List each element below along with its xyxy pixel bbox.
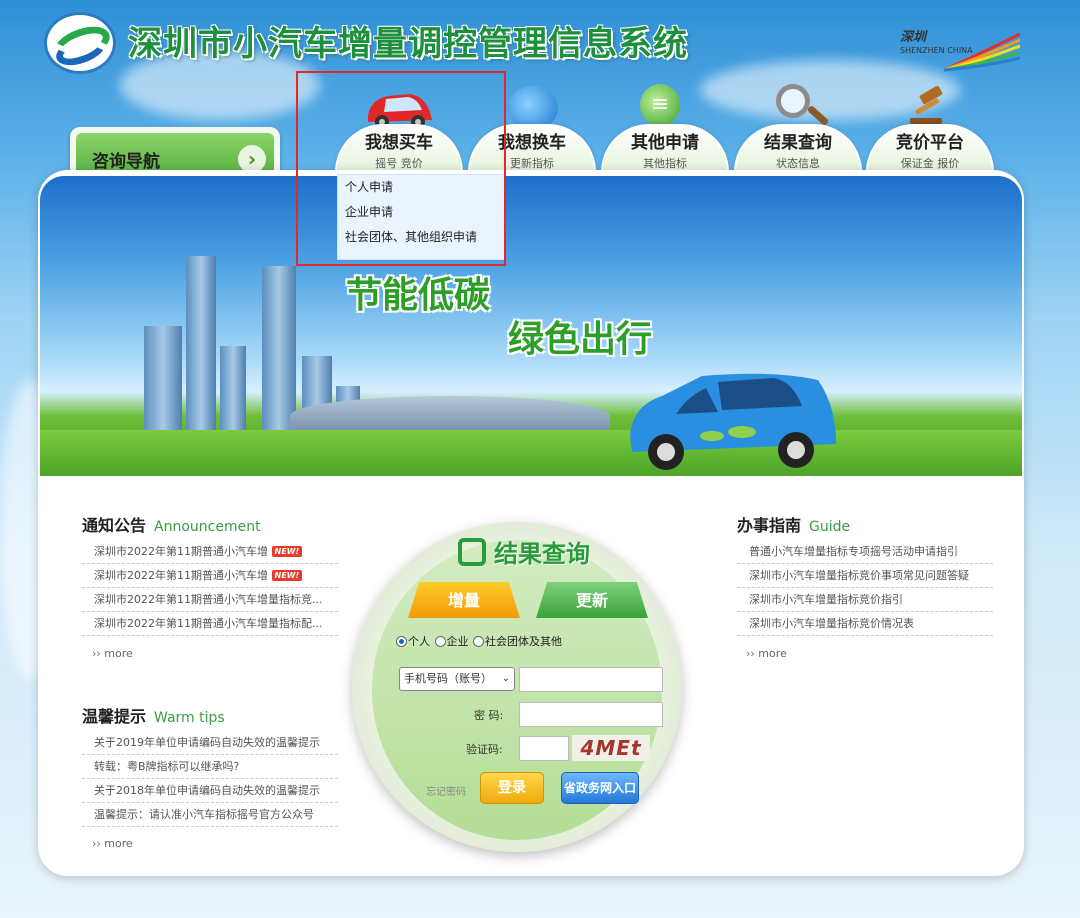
grass	[40, 430, 1022, 476]
guide-title: 办事指南 Guide	[737, 512, 850, 536]
nav-tab-label: 结果查询	[764, 133, 832, 153]
radio-label: 企业	[446, 635, 469, 648]
login-button[interactable]: 登录	[480, 772, 544, 804]
applicant-type-radios: 个人 企业 社会团体及其他	[396, 633, 563, 649]
more-text: more	[104, 837, 133, 850]
list-item-text: 深圳市2022年第11期普通小汽车增	[94, 545, 268, 558]
banner-slogan-2: 绿色出行	[508, 319, 653, 360]
nav-tab-other-apply[interactable]: 其他申请 其他指标	[601, 124, 729, 172]
magnifier-icon	[776, 84, 810, 118]
list-item[interactable]: 关于2019年单位申请编码自动失效的温馨提示	[82, 731, 338, 755]
section-title-en: Warm tips	[154, 710, 225, 726]
chevron-down-icon: ⌄	[501, 673, 510, 684]
chevron-right-icon: ›	[238, 145, 266, 173]
radio-personal[interactable]	[396, 636, 407, 647]
nav-tab-label: 竞价平台	[896, 133, 964, 153]
account-input[interactable]	[519, 667, 663, 692]
new-badge: NEW!	[271, 546, 303, 557]
electric-car-image	[630, 373, 836, 470]
radio-label: 个人	[408, 635, 430, 648]
forgot-password-link[interactable]: 忘记密码	[426, 783, 466, 798]
city-logo-text: 深圳	[900, 30, 927, 45]
consult-nav-label: 咨询导航	[92, 151, 160, 172]
list-item[interactable]: 深圳市小汽车增量指标竞价事项常见问题答疑	[737, 564, 993, 588]
tab-update[interactable]: 更新	[536, 582, 648, 618]
site-title: 深圳市小汽车增量调控管理信息系统	[128, 24, 688, 64]
more-link[interactable]: ›› more	[92, 837, 133, 850]
announcement-title: 通知公告 Announcement	[82, 512, 261, 536]
account-type-select[interactable]: 手机号码（账号） ⌄	[399, 667, 515, 691]
list-item[interactable]: 温馨提示：请认准小汽车指标摇号官方公众号	[82, 803, 338, 827]
query-icon	[458, 538, 486, 566]
more-text: more	[104, 647, 133, 660]
more-link[interactable]: ›› more	[92, 647, 133, 660]
list-item[interactable]: 深圳市2022年第11期普通小汽车增量指标竞...	[82, 588, 338, 612]
document-icon: ≡	[640, 84, 680, 126]
query-title: 结果查询	[458, 534, 590, 569]
nav-tab-label: 其他申请	[631, 133, 699, 153]
list-item[interactable]: 深圳市小汽车增量指标竞价指引	[737, 588, 993, 612]
tab-increase[interactable]: 增量	[408, 582, 520, 618]
nav-tab-bidding[interactable]: 竞价平台 保证金 报价	[866, 124, 994, 172]
list-item[interactable]: 转载：粤B牌指标可以继承吗?	[82, 755, 338, 779]
more-link[interactable]: ›› more	[746, 647, 787, 660]
nav-tab-sub: 保证金 报价	[900, 157, 960, 170]
site-logo[interactable]	[44, 12, 116, 74]
list-item[interactable]: 深圳市2022年第11期普通小汽车增 NEW!	[82, 564, 338, 588]
list-item[interactable]: 深圳市2022年第11期普通小汽车增 NEW!	[82, 540, 338, 564]
banner-slogan-1: 节能低碳	[346, 275, 491, 316]
shenzhen-logo: 深圳 SHENZHEN CHINA	[898, 26, 1020, 82]
section-title-cn: 通知公告	[82, 516, 147, 535]
tips-title: 温馨提示 Warm tips	[82, 703, 225, 727]
captcha-label: 验证码:	[466, 743, 503, 756]
gavel-icon	[910, 86, 943, 124]
select-value: 手机号码（账号）	[404, 672, 492, 685]
query-title-text: 结果查询	[494, 540, 590, 568]
radio-organization[interactable]	[473, 636, 484, 647]
password-label: 密 码:	[474, 709, 504, 722]
rainbow-icon	[944, 32, 1020, 72]
list-item[interactable]: 普通小汽车增量指标专项摇号活动申请指引	[737, 540, 993, 564]
section-title-cn: 办事指南	[737, 516, 802, 535]
list-item[interactable]: 深圳市小汽车增量指标竞价情况表	[737, 612, 993, 636]
section-title-en: Guide	[809, 519, 851, 535]
nav-tab-sub: 状态信息	[776, 157, 820, 170]
section-title-cn: 温馨提示	[82, 707, 147, 726]
radio-enterprise[interactable]	[434, 636, 446, 647]
password-input[interactable]	[519, 702, 663, 727]
radio-label: 社会团体及其他	[485, 635, 562, 648]
gov-portal-button[interactable]: 省政务网入口	[561, 772, 639, 804]
list-item[interactable]: 关于2018年单位申请编码自动失效的温馨提示	[82, 779, 338, 803]
highlight-box	[296, 71, 506, 266]
captcha-input[interactable]	[519, 736, 569, 761]
announcement-list: 深圳市2022年第11期普通小汽车增 NEW! 深圳市2022年第11期普通小汽…	[82, 540, 338, 636]
guide-list: 普通小汽车增量指标专项摇号活动申请指引 深圳市小汽车增量指标竞价事项常见问题答疑…	[737, 540, 993, 636]
captcha-image[interactable]: 4MEt	[572, 735, 650, 761]
tips-list: 关于2019年单位申请编码自动失效的温馨提示 转载：粤B牌指标可以继承吗? 关于…	[82, 731, 338, 827]
list-item[interactable]: 深圳市2022年第11期普通小汽车增量指标配...	[82, 612, 338, 636]
section-title-en: Announcement	[154, 519, 261, 535]
nav-tab-result-query[interactable]: 结果查询 状态信息	[734, 124, 862, 172]
nav-tab-sub: 其他指标	[643, 157, 687, 170]
new-badge: NEW!	[271, 570, 303, 581]
list-item-text: 深圳市2022年第11期普通小汽车增	[94, 569, 268, 582]
more-text: more	[758, 647, 787, 660]
